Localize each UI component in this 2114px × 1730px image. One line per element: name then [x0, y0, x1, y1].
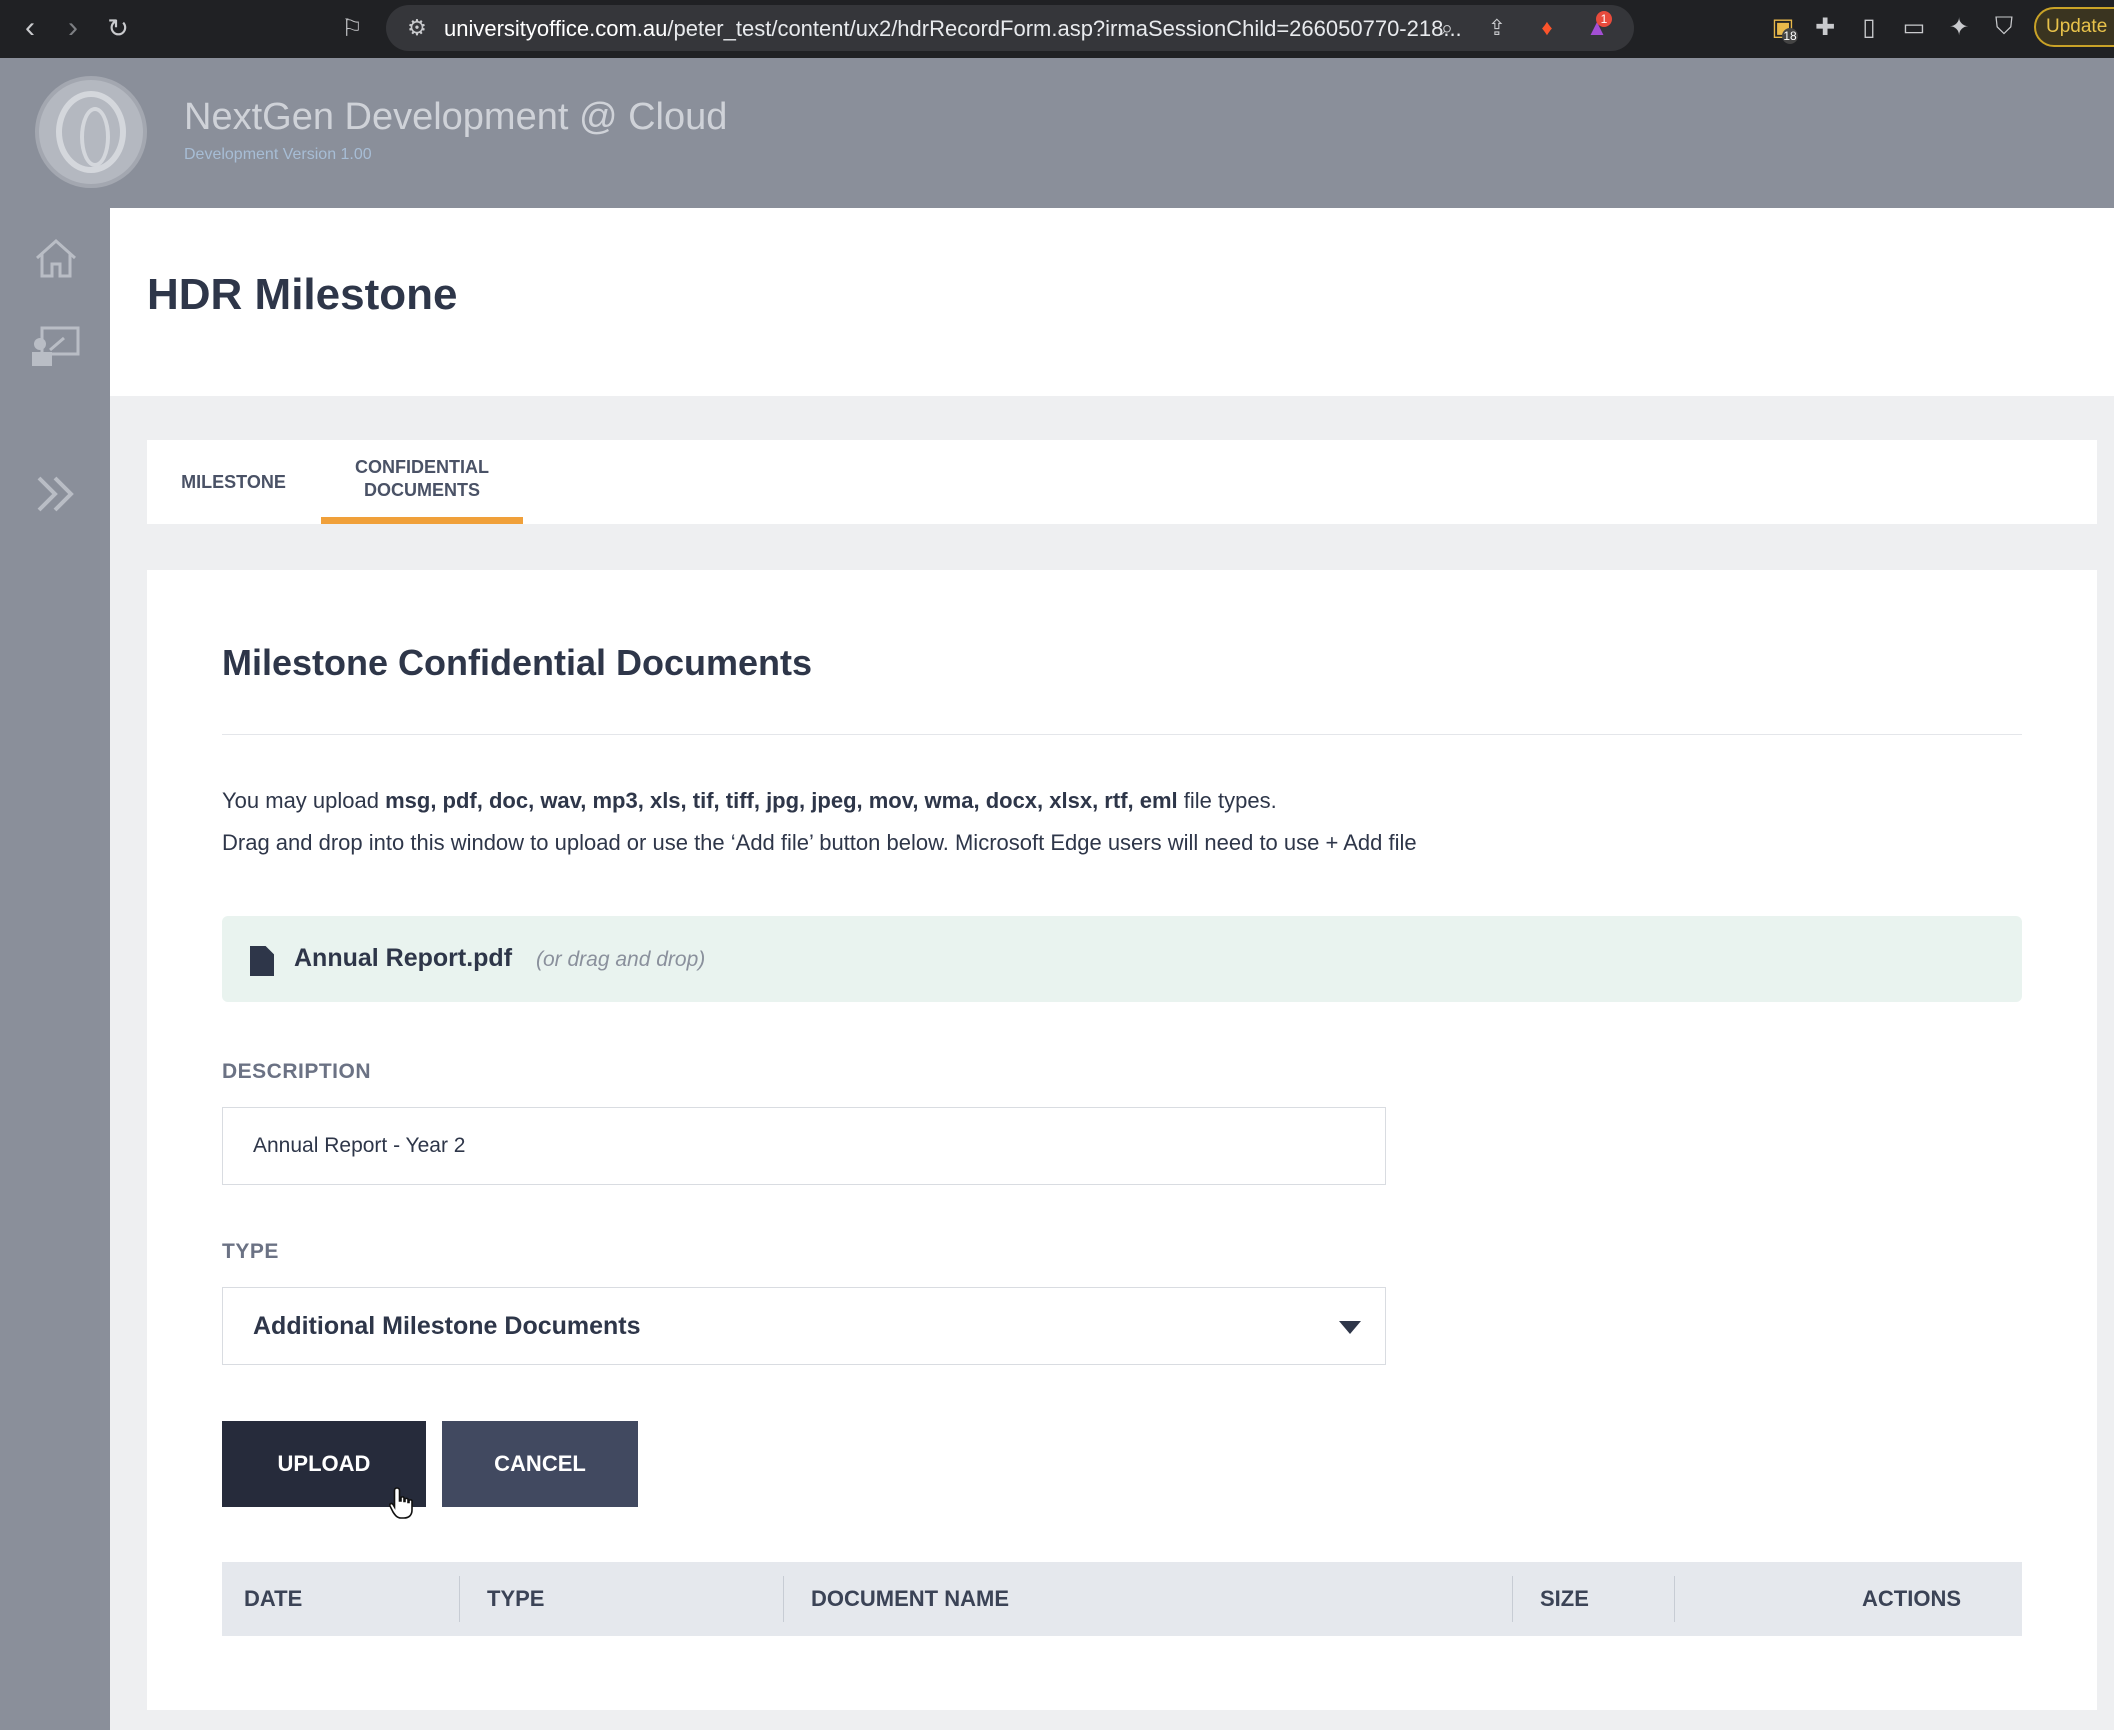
app-title: NextGen Development @ Cloud: [184, 96, 728, 138]
tab-confidential-label: CONFIDENTIAL DOCUMENTS: [355, 456, 489, 500]
home-icon[interactable]: [30, 232, 82, 284]
cancel-button[interactable]: CANCEL: [442, 1421, 638, 1507]
documents-table-header: DATE TYPE DOCUMENT NAME SIZE ACTIONS: [222, 1562, 2022, 1636]
back-icon[interactable]: ‹: [10, 8, 50, 48]
drag-drop-hint: (or drag and drop): [536, 948, 706, 971]
page-title: HDR Milestone: [147, 270, 458, 319]
type-label: TYPE: [222, 1240, 279, 1263]
tab-confidential-documents[interactable]: CONFIDENTIAL DOCUMENTS: [321, 440, 523, 524]
browser-toolbar: ‹ › ↻ ⚐ ⚙ universityoffice.com.au/peter_…: [0, 0, 2114, 58]
tab-milestone-label: MILESTONE: [181, 471, 286, 492]
column-document-name[interactable]: DOCUMENT NAME: [811, 1562, 1009, 1636]
wallet-icon[interactable]: ▭: [1897, 10, 1931, 44]
column-size[interactable]: SIZE: [1540, 1562, 1589, 1636]
expand-icon[interactable]: [30, 468, 82, 520]
page-header-card: HDR Milestone: [110, 208, 2114, 396]
reload-icon[interactable]: ↻: [98, 8, 138, 48]
column-separator: [783, 1576, 784, 1622]
type-select[interactable]: Additional Milestone Documents: [222, 1287, 1386, 1365]
logo-mark: [56, 91, 126, 173]
chevron-down-icon: [1339, 1321, 1361, 1334]
update-button[interactable]: Update: [2034, 7, 2114, 47]
share-icon[interactable]: ⇪: [1482, 13, 1512, 43]
column-separator: [1512, 1576, 1513, 1622]
bookmark-icon[interactable]: ⚐: [332, 8, 372, 48]
extension-notes-icon[interactable]: ▣ 18: [1766, 10, 1800, 44]
section-divider: [222, 734, 2022, 735]
app-header: NextGen Development @ Cloud Development …: [0, 58, 2114, 208]
description-label: DESCRIPTION: [222, 1060, 372, 1083]
rewards-badge: 1: [1596, 11, 1612, 27]
file-drop-zone[interactable]: Annual Report.pdf (or drag and drop): [222, 916, 2022, 1002]
column-type[interactable]: TYPE: [487, 1562, 544, 1636]
description-input[interactable]: [222, 1107, 1386, 1185]
column-actions: ACTIONS: [1862, 1586, 1961, 1611]
left-sidebar: [0, 208, 110, 1730]
section-title: Milestone Confidential Documents: [222, 642, 813, 683]
tab-milestone[interactable]: MILESTONE: [147, 440, 320, 524]
selected-file-name: Annual Report.pdf: [294, 944, 513, 972]
tab-bar: MILESTONE CONFIDENTIAL DOCUMENTS: [147, 440, 2097, 524]
brave-shield-icon[interactable]: ♦: [1532, 13, 1562, 43]
documents-panel: Milestone Confidential Documents You may…: [147, 570, 2097, 1710]
column-separator: [459, 1576, 460, 1622]
type-select-value: Additional Milestone Documents: [253, 1312, 641, 1340]
app-version: Development Version 1.00: [184, 146, 372, 163]
presentation-icon[interactable]: [30, 320, 82, 372]
url-text[interactable]: universityoffice.com.au/peter_test/conte…: [444, 16, 1462, 42]
allowed-types-info: You may upload msg, pdf, doc, wav, mp3, …: [222, 788, 1277, 813]
brave-rewards-icon[interactable]: ▲ 1: [1582, 11, 1612, 43]
forward-icon[interactable]: ›: [53, 8, 93, 48]
vpn-shield-icon[interactable]: ⛉: [1987, 10, 2021, 44]
zoom-icon[interactable]: ⌕: [1432, 13, 1462, 43]
site-settings-icon[interactable]: ⚙: [402, 13, 432, 43]
sidebar-toggle-icon[interactable]: ▯: [1852, 10, 1886, 44]
leo-ai-icon[interactable]: ✦: [1942, 10, 1976, 44]
extension-badge: 18: [1782, 28, 1798, 44]
file-icon: [250, 946, 274, 976]
column-date[interactable]: DATE: [244, 1562, 302, 1636]
hand-cursor-icon: [388, 1486, 413, 1519]
column-separator: [1674, 1576, 1675, 1622]
drag-drop-info: Drag and drop into this window to upload…: [222, 830, 1417, 855]
app-logo[interactable]: [35, 76, 147, 188]
extensions-puzzle-icon[interactable]: ✚: [1808, 10, 1842, 44]
address-bar[interactable]: ⚙ universityoffice.com.au/peter_test/con…: [386, 5, 1634, 51]
